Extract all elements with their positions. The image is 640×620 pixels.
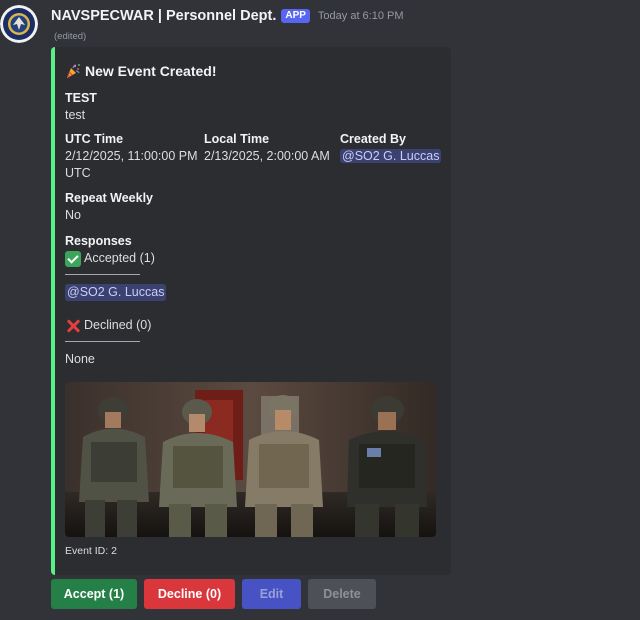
field-name: Responses [65,234,132,248]
field-name: Created By [340,132,406,146]
accepted-line: Accepted (1) [65,250,155,267]
event-embed: New Event Created! TEST test UTC Time 2/… [51,47,451,575]
bot-message: NAVSPECWAR | Personnel Dept. APP Today a… [0,0,640,620]
user-mention[interactable]: @SO2 G. Luccas [65,284,167,301]
edited-label: (edited) [54,31,87,42]
field-value: test [65,108,86,122]
embed-footer: Event ID: 2 [65,545,117,557]
field-utc-time: UTC Time 2/12/2025, 11:00:00 PM UTC [65,131,198,182]
field-created-by: Created By @SO2 G. Luccas [340,131,442,165]
avatar[interactable] [0,5,38,43]
field-name: TEST [65,91,97,105]
field-value: UTC [65,166,91,180]
delete-button[interactable]: Delete [308,579,376,609]
field-responses: Responses [65,233,132,250]
soldiers-photo [65,382,436,537]
app-badge: APP [281,9,310,23]
decline-button[interactable]: Decline (0) [144,579,235,609]
user-mention[interactable]: @SO2 G. Luccas [340,149,442,163]
field-local-time: Local Time 2/13/2025, 2:00:00 AM [204,131,330,165]
embed-image[interactable] [65,382,436,537]
edit-button[interactable]: Edit [242,579,301,609]
field-value: 2/13/2025, 2:00:00 AM [204,149,330,163]
embed-title: New Event Created! [65,63,216,79]
field-event-name: TEST test [65,90,97,124]
declined-line: Declined (0) [65,317,151,334]
divider-text: —————— [65,267,140,281]
field-value: 2/12/2025, 11:00:00 PM [65,149,198,163]
divider-text: —————— [65,334,140,348]
field-value: @SO2 G. Luccas [340,148,442,165]
field-name: UTC Time [65,132,124,146]
cross-mark-icon [65,318,81,334]
seal-icon [0,5,38,43]
message-header: NAVSPECWAR | Personnel Dept. APP Today a… [51,7,404,25]
accepted-users: @SO2 G. Luccas [65,284,167,301]
party-popper-icon [67,64,80,78]
field-name: Local Time [204,132,270,146]
accept-button[interactable]: Accept (1) [51,579,137,609]
declined-label: Declined (0) [84,318,152,332]
declined-users: None [65,352,95,366]
embed-title-text: New Event Created! [85,63,217,79]
timestamp[interactable]: Today at 6:10 PM [318,10,404,22]
check-mark-icon [65,250,81,267]
field-repeat-weekly: Repeat Weekly No [65,190,153,224]
accepted-label: Accepted (1) [84,251,155,265]
username[interactable]: NAVSPECWAR | Personnel Dept. [51,8,276,24]
field-name: Repeat Weekly [65,191,154,205]
field-value: No [65,208,81,222]
